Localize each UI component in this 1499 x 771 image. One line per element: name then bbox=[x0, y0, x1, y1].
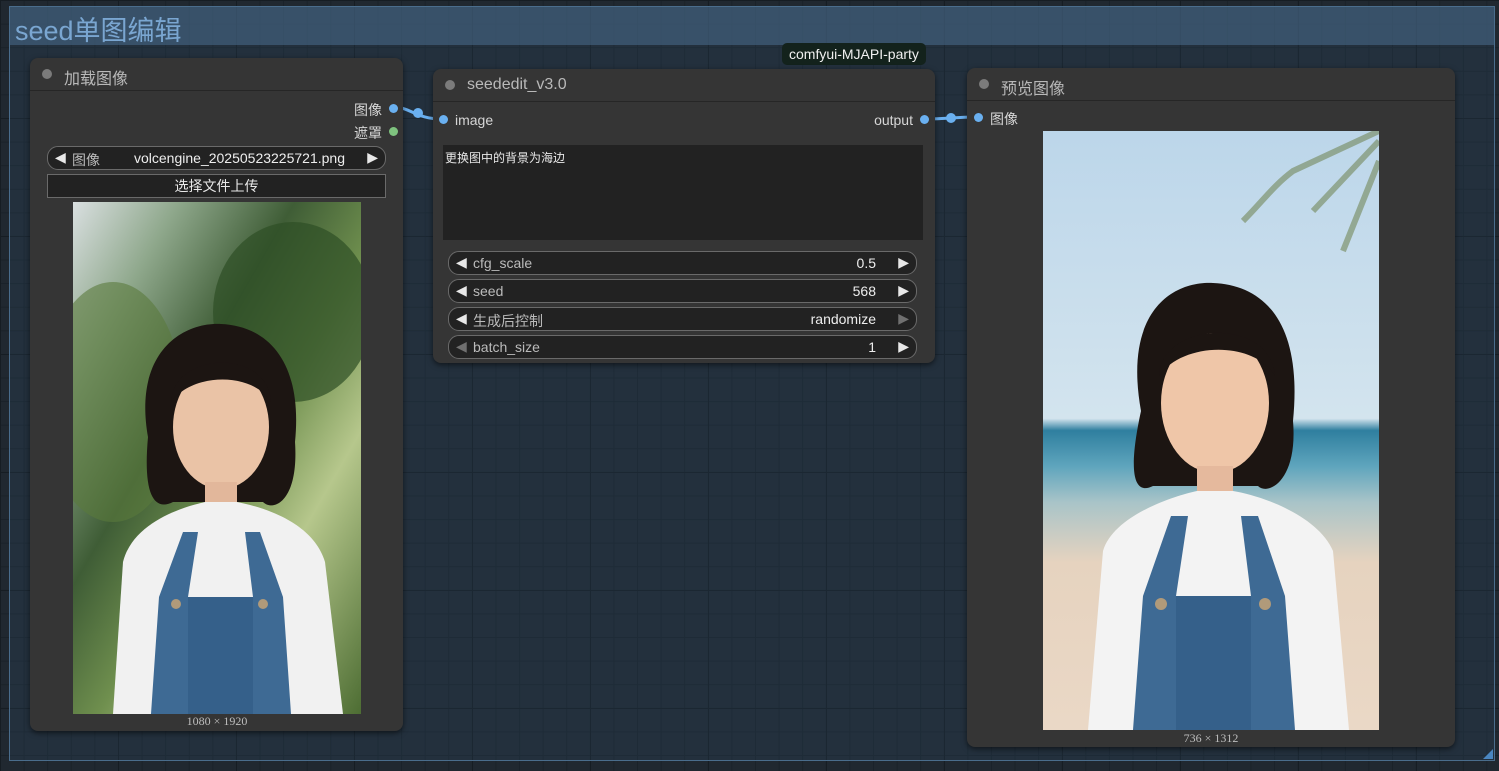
widget-label: batch_size bbox=[473, 339, 540, 355]
node-source-badge: comfyui-MJAPI-party bbox=[782, 43, 926, 65]
output-label-image: 图像 bbox=[354, 102, 382, 118]
node-title: 加载图像 bbox=[64, 71, 129, 88]
seededit-node[interactable]: seededit_v3.0 image output 更换图中的背景为海边 ◀ … bbox=[433, 69, 935, 363]
input-slot-image[interactable] bbox=[439, 115, 448, 124]
decrement-arrow-icon[interactable]: ◀ bbox=[456, 338, 467, 355]
preview-image bbox=[1043, 131, 1379, 730]
node-title: seededit_v3.0 bbox=[467, 76, 567, 93]
combo-right-arrow-icon[interactable]: ▶ bbox=[367, 149, 378, 166]
decrement-arrow-icon[interactable]: ◀ bbox=[456, 254, 467, 271]
widget-value: 0.5 bbox=[856, 255, 876, 271]
increment-arrow-icon[interactable]: ▶ bbox=[898, 310, 909, 327]
control-after-generate-widget[interactable]: ◀ 生成后控制 randomize ▶ bbox=[448, 307, 917, 331]
group-resize-handle[interactable] bbox=[1483, 749, 1493, 759]
combo-left-arrow-icon[interactable]: ◀ bbox=[55, 149, 66, 166]
loaded-image-preview bbox=[73, 202, 361, 714]
node-header[interactable]: seededit_v3.0 bbox=[433, 69, 935, 102]
collapse-dot-icon[interactable] bbox=[979, 79, 989, 89]
input-label-image: image bbox=[455, 112, 494, 128]
input-label-image: 图像 bbox=[990, 111, 1018, 127]
decrement-arrow-icon[interactable]: ◀ bbox=[456, 282, 467, 299]
image-combo[interactable]: ◀ 图像 volcengine_20250523225721.png ▶ bbox=[47, 146, 386, 170]
group-title: seed单图编辑 bbox=[15, 16, 182, 46]
widget-label: 生成后控制 bbox=[473, 313, 543, 329]
image-size-caption: 1080 × 1920 bbox=[186, 714, 248, 728]
girl-on-beach-image bbox=[1088, 131, 1379, 730]
widget-value: 568 bbox=[852, 283, 876, 299]
widget-label: cfg_scale bbox=[473, 255, 533, 271]
preview-image-node[interactable]: 预览图像 图像 736 × 1312 bbox=[967, 68, 1455, 747]
decrement-arrow-icon[interactable]: ◀ bbox=[456, 310, 467, 327]
node-header[interactable]: 预览图像 bbox=[967, 68, 1455, 101]
widget-label: seed bbox=[473, 283, 504, 299]
girl-portrait-image bbox=[73, 222, 361, 714]
group-header[interactable]: seed单图编辑 bbox=[10, 7, 1494, 46]
increment-arrow-icon[interactable]: ▶ bbox=[898, 338, 909, 355]
output-slot-mask[interactable] bbox=[389, 127, 398, 136]
increment-arrow-icon[interactable]: ▶ bbox=[898, 282, 909, 299]
upload-button[interactable]: 选择文件上传 bbox=[47, 174, 386, 198]
node-header[interactable]: 加载图像 bbox=[30, 58, 403, 91]
batch-size-widget[interactable]: ◀ batch_size 1 ▶ bbox=[448, 335, 917, 359]
collapse-dot-icon[interactable] bbox=[42, 69, 52, 79]
prompt-textarea[interactable]: 更换图中的背景为海边 bbox=[443, 145, 923, 240]
combo-value: volcengine_20250523225721.png bbox=[134, 150, 345, 166]
output-slot[interactable] bbox=[920, 115, 929, 124]
input-slot-image[interactable] bbox=[974, 113, 983, 122]
widget-value: 1 bbox=[868, 339, 876, 355]
image-size-caption: 736 × 1312 bbox=[1183, 731, 1239, 745]
output-label-mask: 遮罩 bbox=[354, 125, 382, 141]
widget-value: randomize bbox=[810, 311, 876, 327]
combo-label: 图像 bbox=[72, 152, 100, 168]
output-slot-image[interactable] bbox=[389, 104, 398, 113]
cfg-scale-widget[interactable]: ◀ cfg_scale 0.5 ▶ bbox=[448, 251, 917, 275]
collapse-dot-icon[interactable] bbox=[445, 80, 455, 90]
load-image-node[interactable]: 加载图像 图像 遮罩 ◀ 图像 volcengine_2025052322572… bbox=[30, 58, 403, 731]
node-title: 预览图像 bbox=[1001, 81, 1066, 98]
output-label: output bbox=[874, 112, 913, 128]
seed-widget[interactable]: ◀ seed 568 ▶ bbox=[448, 279, 917, 303]
increment-arrow-icon[interactable]: ▶ bbox=[898, 254, 909, 271]
